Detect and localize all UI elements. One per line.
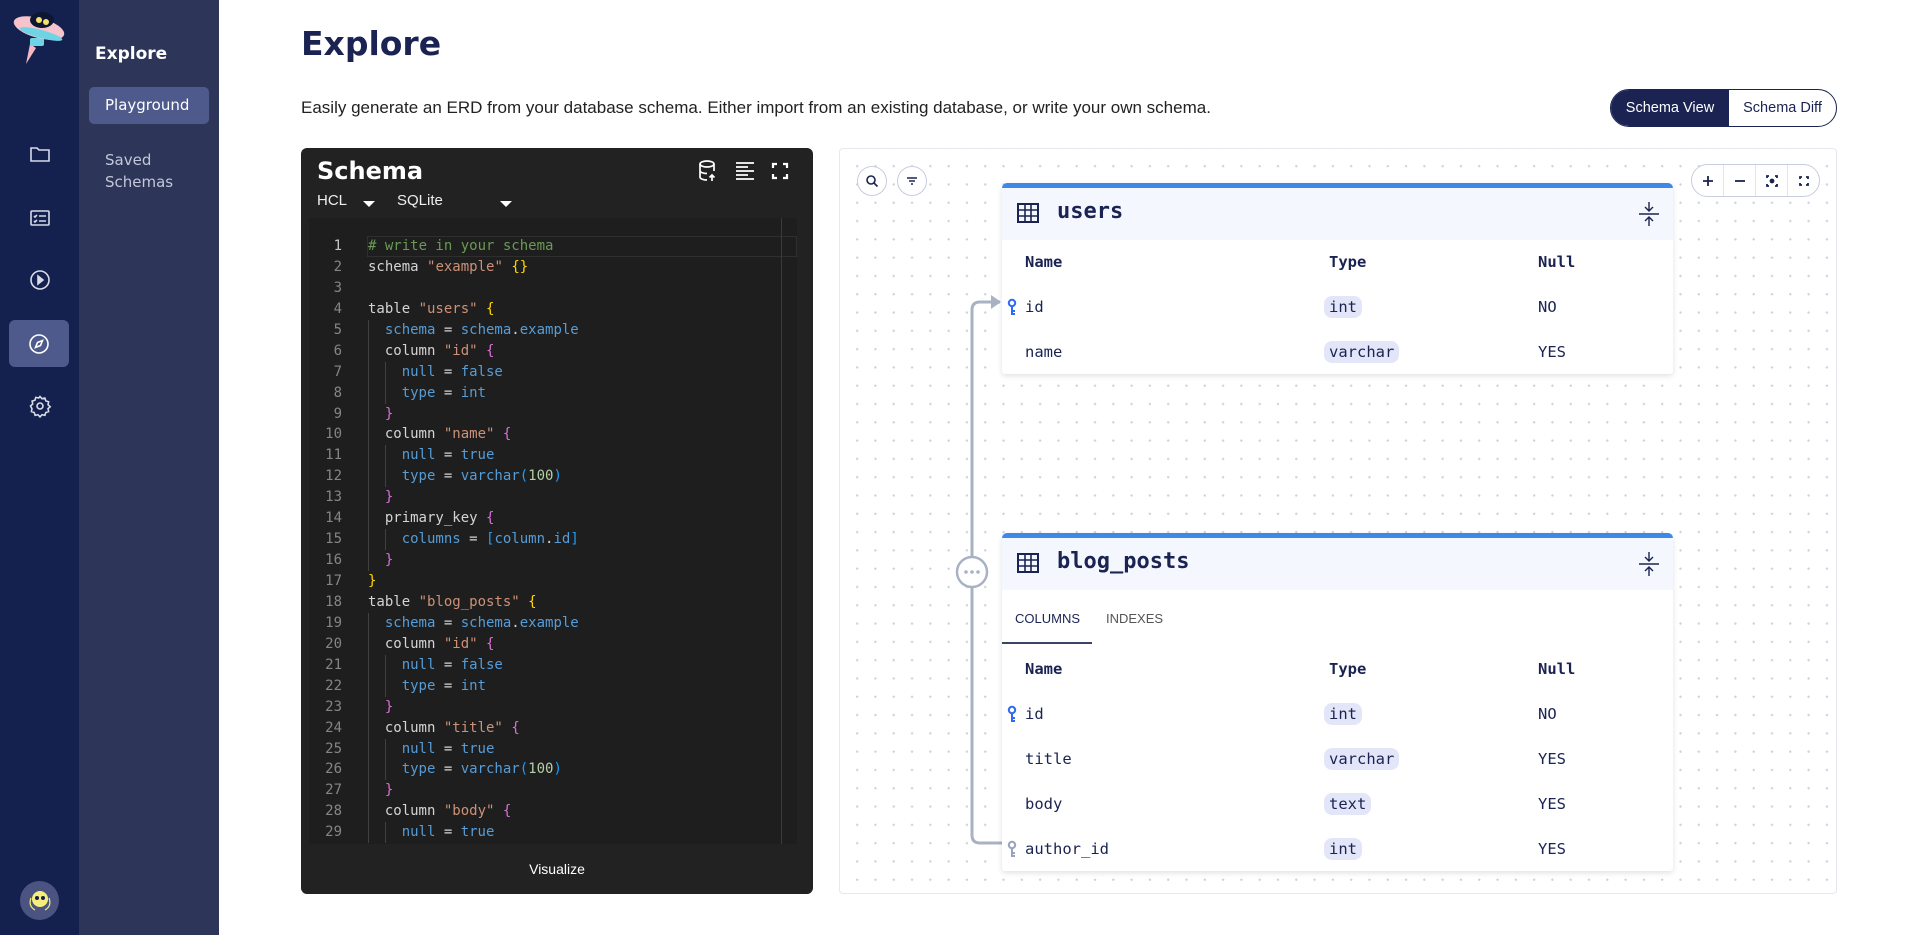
collapse-icon[interactable]: [1637, 200, 1661, 228]
table-row[interactable]: body text YES: [1002, 781, 1673, 826]
erd-table-blog-posts[interactable]: blog_posts COLUMNS INDEXES Name Type Null …: [1002, 533, 1673, 871]
col-header-type: Type: [1329, 660, 1367, 678]
erd-table-users[interactable]: users Name Type Null id int NO name varchar YE…: [1002, 183, 1673, 374]
col-header-name: Name: [1025, 660, 1063, 678]
col-header-name: Name: [1025, 253, 1063, 271]
column-type: int: [1324, 295, 1362, 318]
table-header: users: [1002, 188, 1673, 240]
table-header: blog_posts: [1002, 538, 1673, 590]
column-name: body: [1025, 794, 1063, 813]
table-icon: [1017, 553, 1039, 573]
table-row[interactable]: title varchar YES: [1002, 736, 1673, 781]
table-icon: [1017, 203, 1039, 223]
primary-key-icon: [1007, 705, 1017, 722]
column-name: id: [1025, 297, 1044, 316]
col-header-null: Null: [1538, 253, 1576, 271]
column-null: NO: [1538, 704, 1557, 723]
column-name: name: [1025, 342, 1063, 361]
foreign-key-icon: [1007, 840, 1017, 857]
column-name: author_id: [1025, 839, 1109, 858]
column-type: int: [1324, 702, 1362, 725]
column-name: title: [1025, 749, 1072, 768]
table-row[interactable]: author_id int YES: [1002, 826, 1673, 871]
tab-indexes[interactable]: INDEXES: [1106, 611, 1163, 626]
table-row[interactable]: id int NO: [1002, 691, 1673, 736]
active-tab-indicator: [1002, 642, 1092, 644]
table-row[interactable]: name varchar YES: [1002, 329, 1673, 374]
table-name: users: [1057, 199, 1124, 224]
col-header-type: Type: [1329, 253, 1367, 271]
table-name: blog_posts: [1057, 549, 1190, 574]
column-null: YES: [1538, 839, 1566, 858]
column-type: varchar: [1324, 747, 1400, 770]
column-type: varchar: [1324, 340, 1400, 363]
col-header-null: Null: [1538, 660, 1576, 678]
column-null: YES: [1538, 342, 1566, 361]
tab-columns[interactable]: COLUMNS: [1015, 611, 1080, 626]
column-type: text: [1324, 792, 1372, 815]
table-row[interactable]: id int NO: [1002, 284, 1673, 329]
column-null: YES: [1538, 749, 1566, 768]
primary-key-icon: [1007, 298, 1017, 315]
column-null: NO: [1538, 297, 1557, 316]
column-type: int: [1324, 837, 1362, 860]
collapse-icon[interactable]: [1637, 550, 1661, 578]
column-name: id: [1025, 704, 1044, 723]
column-null: YES: [1538, 794, 1566, 813]
table-tabs: COLUMNS INDEXES: [1002, 590, 1673, 647]
